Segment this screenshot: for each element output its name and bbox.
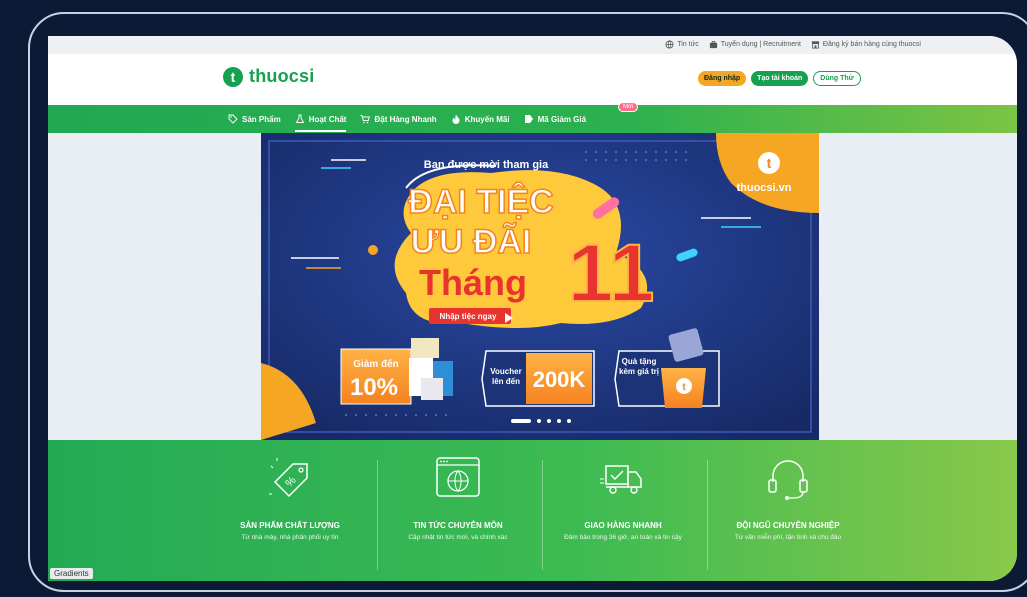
nav-item-label: Khuyến Mãi — [464, 114, 510, 124]
cta-button[interactable]: Nhập tiệc ngay — [429, 308, 513, 324]
nav-item-label: Sản Phẩm — [242, 114, 281, 124]
nav-item-label: Mã Giảm Giá — [537, 114, 587, 124]
coupon-icon — [524, 115, 533, 123]
feature-team: ĐỘI NGŨ CHUYÊN NGHIỆP Tư vấn miễn phí, t… — [708, 454, 868, 543]
trial-button[interactable]: Dùng Thử — [813, 71, 861, 86]
banner-line1: ĐẠI TIỆC — [408, 183, 553, 221]
globe-icon — [665, 40, 674, 49]
seller-register-link[interactable]: Đăng ký bán hàng cùng thuocsi — [811, 40, 921, 49]
flask-icon — [295, 114, 304, 123]
nav-item-active-ingredients[interactable]: Hoạt Chất — [294, 114, 347, 132]
new-badge: Mới — [618, 102, 639, 112]
carousel-dot-active[interactable] — [511, 419, 531, 423]
banner-line3: Tháng — [419, 262, 527, 303]
feature-title: TIN TỨC CHUYÊN MÔN — [413, 521, 503, 530]
main-nav: Sản Phẩm Hoạt Chất Đặt Hàng Nhanh Khuyến… — [48, 102, 1017, 133]
briefcase-icon — [709, 40, 717, 49]
brand-letter: t — [767, 155, 772, 171]
promo-banner[interactable]: t thuocsi.vn Bạn được mời tham gia ĐẠI T… — [261, 133, 819, 440]
logo-text: thuocsi — [249, 66, 315, 86]
nav-item-promotions[interactable]: Khuyến Mãi — [451, 114, 510, 124]
feature-desc: Tư vấn miễn phí, tận tình và chu đáo — [734, 534, 842, 541]
feature-desc: Từ nhà máy, nhà phân phối uy tín — [241, 534, 339, 541]
feature-quality: % SẢN PHẨM CHẤT LƯỢNG Từ nhà máy, nhà ph… — [210, 454, 370, 543]
carousel-dot[interactable] — [567, 419, 571, 423]
logo-mark: t — [223, 66, 243, 87]
site-logo[interactable]: t thuocsi — [223, 66, 314, 87]
feature-delivery: GIAO HÀNG NHANH Đảm bảo trong 36 giờ, an… — [543, 454, 703, 543]
cta-label: Nhập tiệc ngay — [440, 312, 497, 321]
cart-icon — [360, 115, 371, 124]
browser-globe-icon — [436, 457, 480, 497]
seller-register-label: Đăng ký bán hàng cùng thuocsi — [822, 41, 921, 48]
recruitment-link-label: Tuyển dụng | Recruitment — [720, 41, 801, 48]
nav-item-coupons[interactable]: Mã Giảm Giá — [524, 114, 586, 124]
promo-card-voucher[interactable]: Voucher lên đến 200K — [481, 350, 595, 407]
site-header: t thuocsi Đăng nhập Tạo tài khoản Dùng T… — [48, 54, 1017, 105]
promo2-label: Voucher lên đến — [490, 367, 522, 386]
store-icon — [811, 41, 820, 49]
nav-item-quick-order[interactable]: Đặt Hàng Nhanh — [360, 114, 437, 124]
feature-title: ĐỘI NGŨ CHUYÊN NGHIỆP — [736, 521, 840, 530]
svg-text:%: % — [283, 474, 299, 490]
banner-line2: ƯU ĐÃI — [411, 223, 532, 261]
nav-item-label: Đặt Hàng Nhanh — [374, 114, 437, 124]
banner-artwork: t thuocsi.vn Bạn được mời tham gia ĐẠI T… — [261, 133, 819, 440]
dot-decor — [368, 245, 378, 255]
feature-desc: Đảm bảo trong 36 giờ, an toàn và tin cậy — [564, 534, 682, 541]
top-links-bar: Tin tức Tuyển dụng | Recruitment Đăng ký… — [48, 36, 1017, 54]
carousel-dot[interactable] — [557, 419, 561, 423]
headset-icon — [768, 460, 808, 500]
feature-title: GIAO HÀNG NHANH — [584, 521, 662, 530]
features-section: % SẢN PHẨM CHẤT LƯỢNG Từ nhà máy, nhà ph… — [48, 440, 1017, 581]
promo3-label: Quà tặng kèm giá trị — [619, 357, 659, 376]
signup-button[interactable]: Tạo tài khoản — [751, 71, 809, 86]
tag-icon — [228, 114, 238, 124]
promo1-top: Giảm đến — [353, 358, 399, 370]
carousel-dot[interactable] — [547, 419, 551, 423]
banner-month-number: 11 — [568, 228, 655, 319]
login-button[interactable]: Đăng nhập — [698, 71, 747, 86]
delivery-truck-icon — [600, 465, 642, 494]
browser-viewport: Tin tức Tuyển dụng | Recruitment Đăng ký… — [48, 36, 1017, 581]
tag-percent-icon: % — [269, 458, 308, 498]
banner-invite: Bạn được mời tham gia — [424, 159, 549, 171]
corner-label: Gradients — [50, 568, 93, 579]
feature-title: SẢN PHẨM CHẤT LƯỢNG — [240, 521, 340, 530]
feature-desc: Cập nhật tin tức mới, và chính xác — [408, 534, 508, 541]
nav-item-label: Hoạt Chất — [308, 114, 347, 124]
carousel-dot[interactable] — [537, 419, 541, 423]
recruitment-link[interactable]: Tuyển dụng | Recruitment — [709, 40, 801, 49]
brand-text: thuocsi.vn — [736, 182, 791, 194]
nav-item-products[interactable]: Sản Phẩm — [228, 114, 281, 124]
news-link-label: Tin tức — [677, 41, 699, 48]
feature-news: TIN TỨC CHUYÊN MÔN Cập nhật tin tức mới,… — [378, 454, 538, 543]
promo1-value: 10% — [350, 374, 398, 401]
fire-icon — [452, 114, 460, 124]
news-link[interactable]: Tin tức — [665, 40, 699, 49]
promo2-value: 200K — [533, 367, 586, 392]
